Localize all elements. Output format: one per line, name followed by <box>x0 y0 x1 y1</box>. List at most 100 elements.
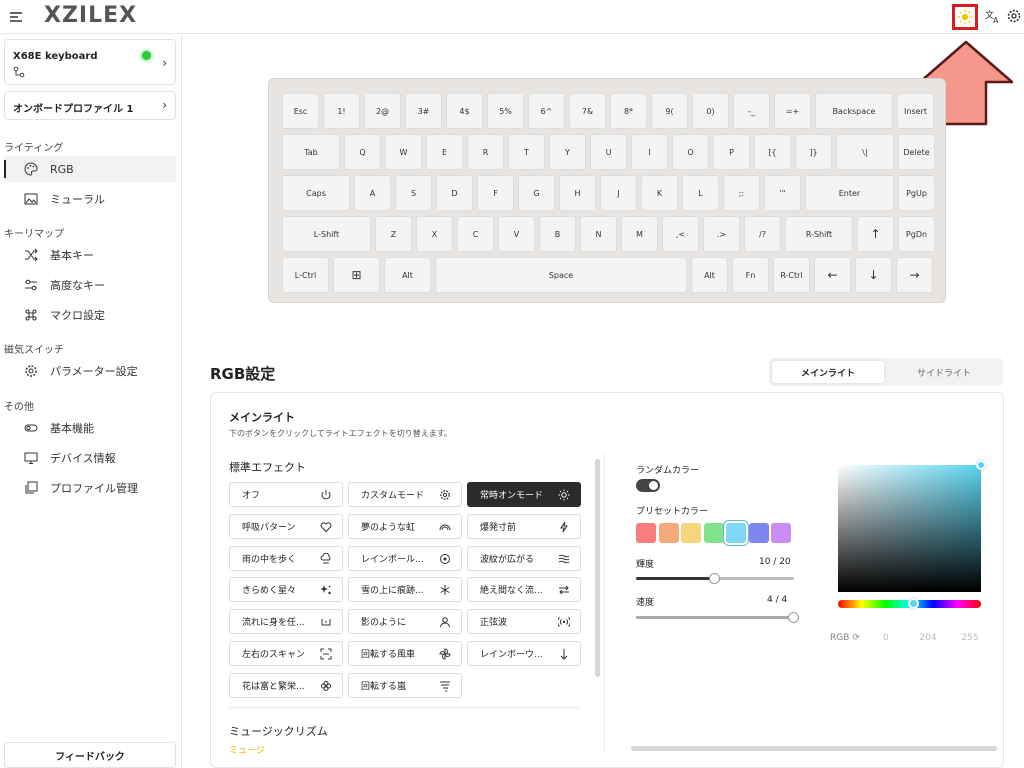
key[interactable]: X <box>416 216 453 252</box>
translate-icon[interactable]: 文A <box>984 7 1002 25</box>
effect-button[interactable]: 正弦波 <box>467 609 581 635</box>
tab-main-light[interactable]: メインライト <box>772 361 884 383</box>
key[interactable]: D <box>436 175 473 211</box>
key[interactable]: 1! <box>323 93 360 129</box>
key[interactable]: Insert <box>897 93 934 129</box>
preset-color-swatch[interactable] <box>748 523 769 543</box>
key[interactable]: ]} <box>795 134 832 170</box>
effect-button[interactable]: 左右のスキャン <box>229 641 343 666</box>
preset-color-swatch[interactable] <box>726 523 746 543</box>
key[interactable]: R-Shift <box>785 216 853 252</box>
preset-color-swatch[interactable] <box>681 523 701 543</box>
key[interactable]: PgDn <box>898 216 935 252</box>
profile-selector[interactable]: オンボードプロファイル 1 › <box>4 91 176 120</box>
key[interactable]: H <box>559 175 596 211</box>
sidebar-item-parameters[interactable]: パラメーター設定 <box>4 358 176 384</box>
key[interactable]: /? <box>744 216 781 252</box>
key[interactable]: A <box>354 175 391 211</box>
key[interactable]: 2@ <box>364 93 401 129</box>
preset-color-swatch[interactable] <box>658 523 679 543</box>
key[interactable]: '" <box>764 175 801 211</box>
key[interactable]: ;: <box>723 175 760 211</box>
effect-button[interactable]: 雨の中を歩く <box>229 545 343 571</box>
key[interactable]: Fn <box>732 257 769 293</box>
sidebar-item-rgb[interactable]: RGB <box>4 156 176 182</box>
effect-button[interactable]: 影のように <box>348 609 462 635</box>
sidebar-item-mural[interactable]: ミューラル <box>4 186 176 212</box>
effect-button[interactable]: 回転する風車 <box>348 641 462 666</box>
sidebar-item-profile-management[interactable]: プロファイル管理 <box>4 475 176 501</box>
effect-button[interactable]: 夢のような虹 <box>348 513 462 539</box>
preset-color-swatch[interactable] <box>771 523 791 543</box>
effect-button[interactable]: 絶え間なく流... <box>467 577 581 603</box>
color-picker-area[interactable] <box>838 465 981 592</box>
key[interactable]: .> <box>703 216 740 252</box>
key[interactable]: R <box>467 134 504 170</box>
key[interactable]: PgUp <box>898 175 935 211</box>
key[interactable]: ← <box>814 257 851 293</box>
key[interactable]: R-Ctrl <box>773 257 810 293</box>
key[interactable]: P <box>713 134 750 170</box>
key[interactable]: Q <box>344 134 381 170</box>
device-card[interactable]: X68E keyboard › <box>4 39 176 85</box>
key[interactable]: 6^ <box>528 93 565 129</box>
brightness-slider-thumb[interactable] <box>709 573 720 584</box>
key[interactable]: B <box>539 216 576 252</box>
rgb-r-input[interactable]: 0 <box>871 633 901 643</box>
panel-horizontal-scrollbar[interactable] <box>631 746 997 751</box>
key[interactable]: S <box>395 175 432 211</box>
rgb-g-input[interactable]: 204 <box>913 633 943 643</box>
effect-button[interactable]: 波紋が広がる <box>467 545 581 571</box>
key[interactable]: E <box>426 134 463 170</box>
speed-slider-thumb[interactable] <box>788 612 799 623</box>
key[interactable]: Y <box>549 134 586 170</box>
key[interactable]: ⊞ <box>333 257 380 293</box>
random-color-toggle[interactable] <box>636 479 660 492</box>
key[interactable]: 4$ <box>446 93 483 129</box>
effect-button[interactable]: 爆発寸前 <box>467 513 581 539</box>
key[interactable]: Caps <box>282 175 350 211</box>
key[interactable]: J <box>600 175 637 211</box>
settings-icon[interactable] <box>1006 8 1022 24</box>
theme-toggle-button[interactable] <box>952 4 978 30</box>
key[interactable]: O <box>672 134 709 170</box>
tab-side-light[interactable]: サイドライト <box>888 361 1000 383</box>
menu-icon[interactable] <box>6 7 26 27</box>
effect-button[interactable]: レインボール... <box>348 545 462 571</box>
key[interactable]: -_ <box>733 93 770 129</box>
preset-color-swatch[interactable] <box>703 523 724 543</box>
key[interactable]: M <box>621 216 658 252</box>
key[interactable]: Enter <box>805 175 894 211</box>
effect-button[interactable]: きらめく星々 <box>229 577 343 603</box>
feedback-button[interactable]: フィードバック <box>4 742 176 768</box>
key[interactable]: V <box>498 216 535 252</box>
key[interactable]: 5% <box>487 93 524 129</box>
key[interactable]: F <box>477 175 514 211</box>
effect-button[interactable]: レインボーウ... <box>467 641 581 666</box>
color-picker-thumb[interactable] <box>976 460 986 470</box>
key[interactable]: Space <box>435 257 687 293</box>
key[interactable]: N <box>580 216 617 252</box>
key[interactable]: Alt <box>691 257 728 293</box>
key[interactable]: K <box>641 175 678 211</box>
effect-button[interactable]: オフ <box>229 482 343 507</box>
rgb-b-input[interactable]: 255 <box>955 633 985 643</box>
effect-button[interactable]: 回転する嵐 <box>348 672 462 698</box>
rgb-mode-label[interactable]: RGB ⟳ <box>830 633 860 643</box>
key[interactable]: ↑ <box>857 216 894 252</box>
effect-button[interactable]: 常時オンモード <box>467 482 581 507</box>
key[interactable]: =+ <box>774 93 811 129</box>
key[interactable]: L-Ctrl <box>282 257 329 293</box>
sidebar-item-basic-keys[interactable]: 基本キー <box>4 242 176 268</box>
key[interactable]: 3# <box>405 93 442 129</box>
effect-button[interactable]: カスタムモード <box>348 482 462 507</box>
key[interactable]: L <box>682 175 719 211</box>
key[interactable]: \| <box>836 134 894 170</box>
effect-button[interactable]: 雪の上に痕跡... <box>348 577 462 603</box>
key[interactable]: 0) <box>692 93 729 129</box>
sidebar-item-device-info[interactable]: デバイス情報 <box>4 445 176 471</box>
preset-color-swatch[interactable] <box>636 523 656 543</box>
effect-button[interactable]: 呼吸パターン <box>229 513 343 539</box>
key[interactable]: T <box>508 134 545 170</box>
key[interactable]: Z <box>375 216 412 252</box>
